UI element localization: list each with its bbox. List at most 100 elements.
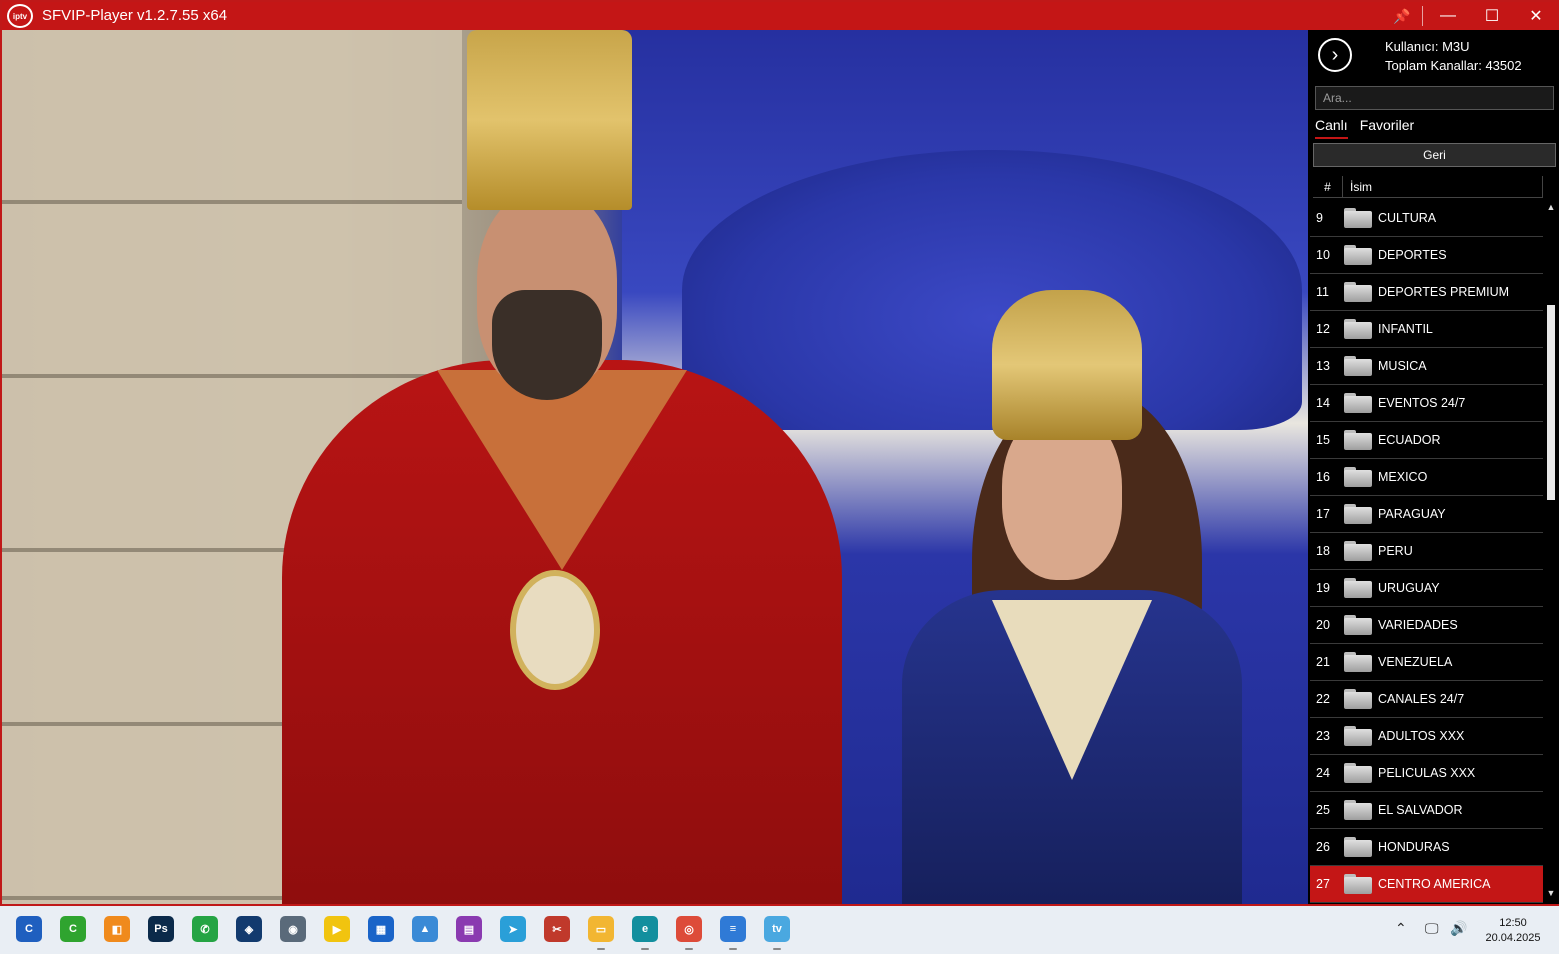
list-item[interactable]: 23 ADULTOS XXX	[1310, 718, 1543, 755]
chevron-right-icon[interactable]: ›	[1318, 38, 1352, 72]
list-item[interactable]: 22 CANALES 24/7	[1310, 681, 1543, 718]
list-item-name: MEXICO	[1378, 470, 1428, 484]
list-item-number: 25	[1316, 803, 1330, 817]
list-item-name: CULTURA	[1378, 211, 1437, 225]
camera-icon[interactable]: ◉	[280, 916, 306, 942]
ccleaner-icon[interactable]: C	[16, 916, 42, 942]
scroll-thumb[interactable]	[1547, 305, 1555, 500]
list-item-name: HONDURAS	[1378, 840, 1450, 854]
green-app-icon[interactable]: C	[60, 916, 86, 942]
whatsapp-icon[interactable]: ✆	[192, 916, 218, 942]
king-crown	[467, 30, 632, 210]
photos-icon[interactable]: ▲	[412, 916, 438, 942]
column-number-header[interactable]: #	[1313, 176, 1343, 197]
list-item-number: 17	[1316, 507, 1330, 521]
list-item[interactable]: 25 EL SALVADOR	[1310, 792, 1543, 829]
photoshop-icon[interactable]: Ps	[148, 916, 174, 942]
scrollbar[interactable]: ▲ ▼	[1545, 200, 1557, 904]
list-item[interactable]: 18 PERU	[1310, 533, 1543, 570]
list-item-name: MUSICA	[1378, 359, 1427, 373]
king-medallion	[510, 570, 600, 690]
list-item[interactable]: 26 HONDURAS	[1310, 829, 1543, 866]
sfvip-taskbar-icon[interactable]: tv	[764, 916, 790, 942]
list-item[interactable]: 9 CULTURA	[1310, 200, 1543, 237]
list-item[interactable]: 24 PELICULAS XXX	[1310, 755, 1543, 792]
list-item-number: 24	[1316, 766, 1330, 780]
folder-icon	[1344, 467, 1372, 487]
back-button[interactable]: Geri	[1313, 143, 1556, 167]
list-item-name: EVENTOS 24/7	[1378, 396, 1466, 410]
list-item[interactable]: 14 EVENTOS 24/7	[1310, 385, 1543, 422]
category-list: 9 CULTURA 10 DEPORTES 11 DEPORTES PREMIUM 12 IN…	[1310, 200, 1543, 904]
video-player[interactable]	[2, 30, 1308, 904]
list-item[interactable]: 15 ECUADOR	[1310, 422, 1543, 459]
vpn-shield-icon[interactable]: ◈	[236, 916, 262, 942]
list-item[interactable]: 13 MUSICA	[1310, 348, 1543, 385]
tab-bar: Canlı Favoriler	[1315, 117, 1414, 139]
tab-live[interactable]: Canlı	[1315, 117, 1348, 139]
list-item-number: 21	[1316, 655, 1330, 669]
list-item[interactable]: 27 CENTRO AMERICA	[1310, 866, 1543, 903]
list-item[interactable]: 17 PARAGUAY	[1310, 496, 1543, 533]
window-title: SFVIP-Player v1.2.7.55 x64	[42, 7, 228, 24]
microsoft-store-icon[interactable]: ▦	[368, 916, 394, 942]
scroll-down-icon[interactable]: ▼	[1546, 888, 1556, 898]
list-item[interactable]: 12 INFANTIL	[1310, 311, 1543, 348]
queen-crown	[992, 290, 1142, 440]
running-indicator	[597, 948, 605, 950]
tray-chevron-icon[interactable]: ⌃	[1395, 920, 1407, 937]
notepad-icon[interactable]: ≡	[720, 916, 746, 942]
folder-icon	[1344, 615, 1372, 635]
list-item[interactable]: 10 DEPORTES	[1310, 237, 1543, 274]
list-header: # İsim	[1313, 176, 1543, 198]
scroll-up-icon[interactable]: ▲	[1546, 202, 1556, 212]
list-item-name: VENEZUELA	[1378, 655, 1453, 669]
minimize-button[interactable]: —	[1426, 2, 1470, 30]
pin-icon[interactable]: 📌	[1380, 2, 1424, 30]
network-icon[interactable]: 🖵	[1425, 920, 1439, 937]
list-item-name: EL SALVADOR	[1378, 803, 1463, 817]
list-item-number: 15	[1316, 433, 1330, 447]
list-item-name: CENTRO AMERICA	[1378, 877, 1491, 891]
column-name-header[interactable]: İsim	[1343, 176, 1543, 197]
list-item[interactable]: 21 VENEZUELA	[1310, 644, 1543, 681]
snipping-tool-icon[interactable]: ✂	[544, 916, 570, 942]
list-item-number: 20	[1316, 618, 1330, 632]
close-button[interactable]: ✕	[1514, 2, 1558, 30]
list-item-number: 19	[1316, 581, 1330, 595]
list-item[interactable]: 20 VARIEDADES	[1310, 607, 1543, 644]
list-item-number: 12	[1316, 322, 1330, 336]
title-bar[interactable]: iptv SFVIP-Player v1.2.7.55 x64 📌 — ☐ ✕	[2, 2, 1557, 30]
total-channels-label: Toplam Kanallar: 43502	[1385, 58, 1522, 73]
list-item[interactable]: 16 MEXICO	[1310, 459, 1543, 496]
list-item-name: ECUADOR	[1378, 433, 1441, 447]
list-item-number: 18	[1316, 544, 1330, 558]
search-input[interactable]	[1315, 86, 1554, 110]
taskbar: C C ◧ Ps ✆ ◈ ◉ ▶ ▦ ▲ ▤ ➤ ✂ ▭ e ◎ ≡ tv ⌃ 🖵 🔊 12:50 20.04.2…	[0, 906, 1559, 954]
folder-icon	[1344, 800, 1372, 820]
windows-sandbox-icon[interactable]: ◧	[104, 916, 130, 942]
player-app-icon[interactable]: ▶	[324, 916, 350, 942]
list-item[interactable]: 19 URUGUAY	[1310, 570, 1543, 607]
volume-icon[interactable]: 🔊	[1450, 920, 1467, 937]
folder-icon	[1344, 430, 1372, 450]
file-explorer-icon[interactable]: ▭	[588, 916, 614, 942]
list-item-number: 11	[1316, 285, 1329, 299]
list-item[interactable]: 11 DEPORTES PREMIUM	[1310, 274, 1543, 311]
maximize-button[interactable]: ☐	[1470, 2, 1514, 30]
king-beard	[492, 290, 602, 400]
edge-icon[interactable]: e	[632, 916, 658, 942]
list-item-number: 14	[1316, 396, 1330, 410]
app-logo-icon: iptv	[7, 4, 33, 28]
folder-icon	[1344, 837, 1372, 857]
clock[interactable]: 12:50 20.04.2025	[1478, 916, 1548, 946]
list-item-name: INFANTIL	[1378, 322, 1433, 336]
channel-panel: › Kullanıcı: M3U Toplam Kanallar: 43502 …	[1310, 30, 1559, 904]
tab-favorites[interactable]: Favoriler	[1360, 117, 1414, 139]
folder-icon	[1344, 689, 1372, 709]
telegram-icon[interactable]: ➤	[500, 916, 526, 942]
winrar-icon[interactable]: ▤	[456, 916, 482, 942]
folder-icon	[1344, 319, 1372, 339]
running-indicator	[729, 948, 737, 950]
chrome-icon[interactable]: ◎	[676, 916, 702, 942]
